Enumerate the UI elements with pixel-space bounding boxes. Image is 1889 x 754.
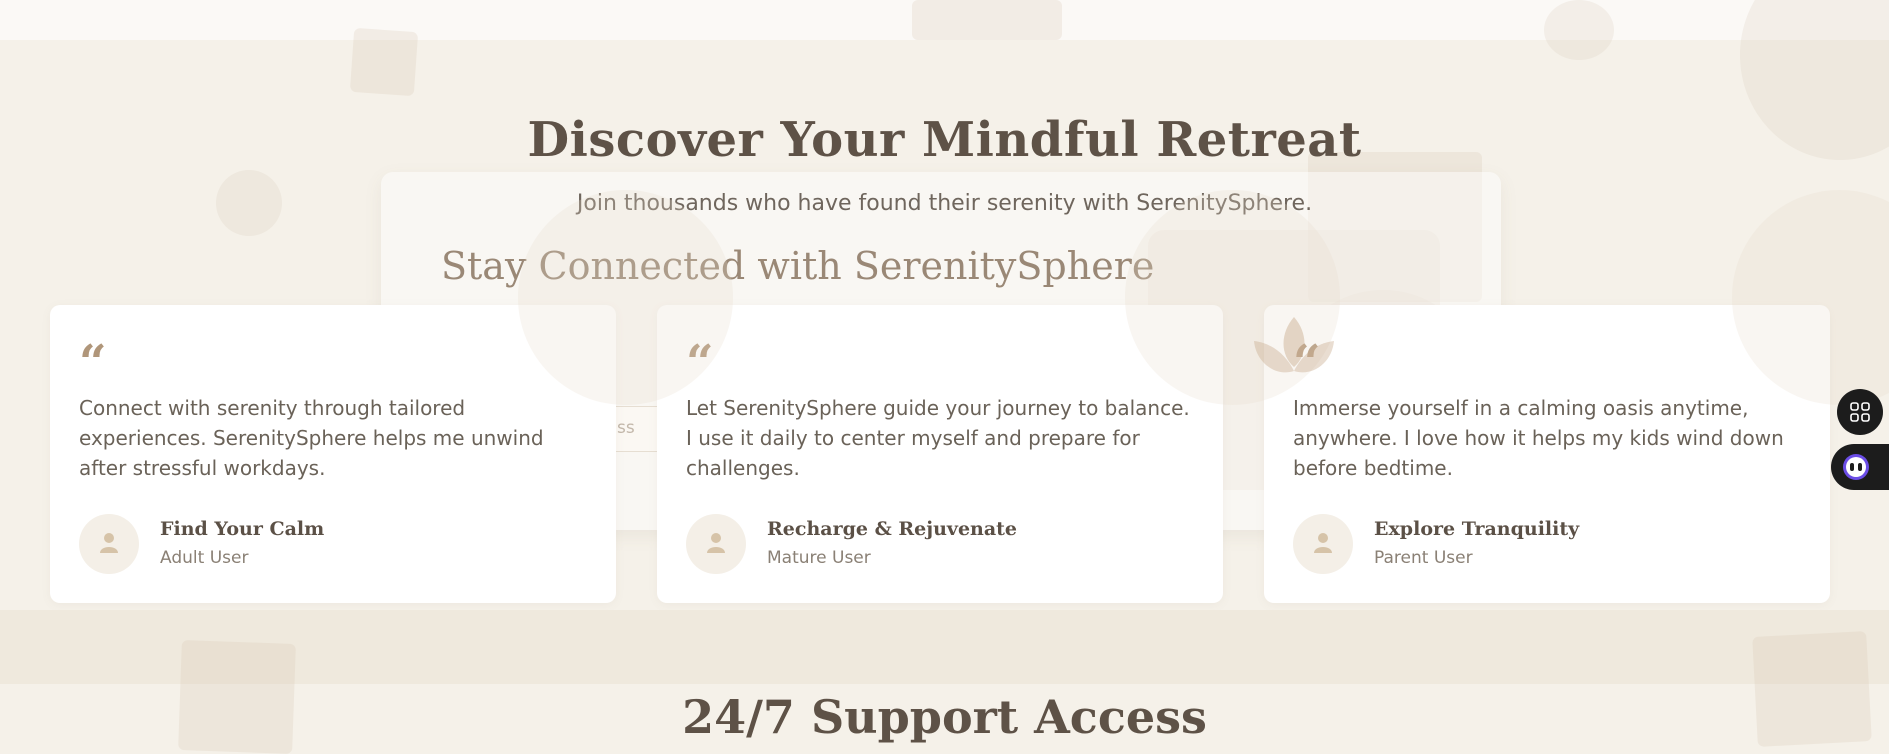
- testimonial-name: Find Your Calm: [160, 518, 325, 540]
- quote-icon: “: [79, 339, 107, 375]
- apps-grid-icon: [1850, 402, 1870, 422]
- page-subtitle: Join thousands who have found their sere…: [576, 191, 1313, 216]
- testimonial-role: Mature User: [767, 548, 871, 568]
- avatar: [686, 514, 746, 574]
- decor-circle: [1544, 0, 1614, 60]
- testimonial-text: Let SerenitySphere guide your journey to…: [686, 396, 1190, 480]
- apps-button[interactable]: [1837, 389, 1883, 435]
- avatar: [1293, 514, 1353, 574]
- email-placeholder: ss: [617, 418, 635, 438]
- testimonial-name: Recharge & Rejuvenate: [767, 518, 1018, 540]
- testimonial-name: Explore Tranquility: [1374, 518, 1580, 540]
- testimonial-role: Adult User: [160, 548, 249, 568]
- decor-circle: [518, 190, 733, 405]
- page-title: Discover Your Mindful Retreat: [527, 112, 1362, 168]
- testimonial-text: Connect with serenity through tailored e…: [79, 396, 544, 480]
- user-icon: [100, 533, 118, 553]
- testimonial-text: Immerse yourself in a calming oasis anyt…: [1293, 396, 1784, 480]
- testimonial-role: Parent User: [1374, 548, 1473, 568]
- assistant-button[interactable]: [1831, 444, 1889, 490]
- assistant-icon: [1843, 454, 1869, 480]
- user-icon: [1314, 533, 1332, 553]
- user-icon: [707, 533, 725, 553]
- lotus-icon: [1254, 317, 1334, 373]
- decor-square: [912, 0, 1062, 40]
- avatar: [79, 514, 139, 574]
- support-title: 24/7 Support Access: [682, 690, 1207, 744]
- decor-square: [349, 27, 419, 97]
